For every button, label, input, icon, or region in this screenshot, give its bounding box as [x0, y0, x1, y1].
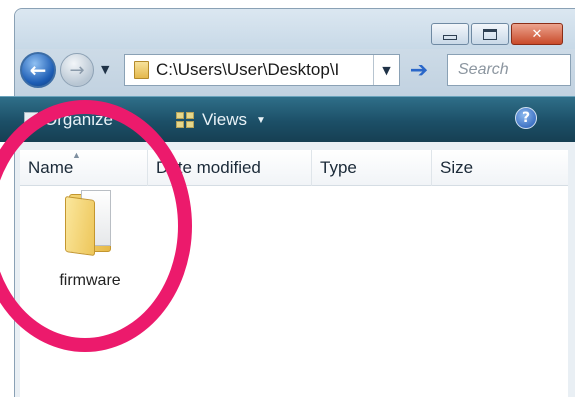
back-button[interactable]: ←: [20, 52, 56, 88]
close-button[interactable]: ✕: [511, 23, 563, 45]
help-icon: ?: [521, 110, 531, 126]
forward-button[interactable]: →: [60, 53, 94, 87]
command-toolbar: Organize ▼ Views ▼: [0, 96, 575, 142]
close-icon: ✕: [531, 26, 543, 42]
column-date-modified[interactable]: Date modified: [148, 150, 312, 186]
column-size[interactable]: Size: [432, 150, 568, 186]
recent-pages-dropdown[interactable]: ▼: [101, 63, 109, 76]
views-label: Views: [202, 110, 248, 129]
minimize-icon: [443, 34, 457, 40]
address-dropdown[interactable]: ▼: [373, 55, 399, 85]
organize-icon: [24, 111, 38, 129]
help-button[interactable]: ?: [515, 107, 537, 129]
file-list: firmware: [20, 186, 568, 397]
maximize-button[interactable]: [471, 23, 509, 45]
forward-arrow-icon: →: [69, 59, 85, 81]
minimize-button[interactable]: [431, 23, 469, 45]
column-date-label: Date modified: [156, 158, 261, 177]
column-type-label: Type: [320, 158, 357, 177]
views-icon: [176, 112, 194, 128]
search-placeholder: Search: [458, 61, 509, 78]
column-name-label: Name: [28, 158, 74, 177]
folder-icon: [65, 190, 115, 257]
organize-menu-button[interactable]: Organize ▼: [24, 109, 132, 131]
organize-label: Organize: [44, 110, 113, 129]
folder-name: firmware: [59, 272, 121, 289]
address-bar[interactable]: C:\Users\User\Desktop\I ▼: [124, 54, 400, 86]
chevron-down-icon: ▼: [382, 63, 391, 77]
go-button[interactable]: ➔: [404, 56, 434, 84]
sort-ascending-icon: ▲: [72, 150, 81, 160]
chevron-down-icon: ▼: [121, 114, 132, 126]
chevron-down-icon: ▼: [101, 63, 110, 76]
go-arrow-icon: ➔: [409, 57, 429, 83]
back-arrow-icon: ←: [29, 58, 47, 82]
folder-icon: [134, 61, 149, 79]
search-input[interactable]: Search: [447, 54, 571, 86]
column-type[interactable]: Type: [312, 150, 432, 186]
chevron-down-icon: ▼: [256, 114, 266, 126]
maximize-icon: [483, 28, 497, 40]
views-menu-button[interactable]: Views ▼: [176, 109, 266, 131]
column-size-label: Size: [440, 158, 474, 177]
column-header: Name ▲ Date modified Type Size: [20, 150, 568, 186]
list-item[interactable]: firmware: [50, 190, 130, 290]
column-name[interactable]: Name ▲: [20, 150, 148, 186]
address-path[interactable]: C:\Users\User\Desktop\I: [156, 60, 370, 80]
